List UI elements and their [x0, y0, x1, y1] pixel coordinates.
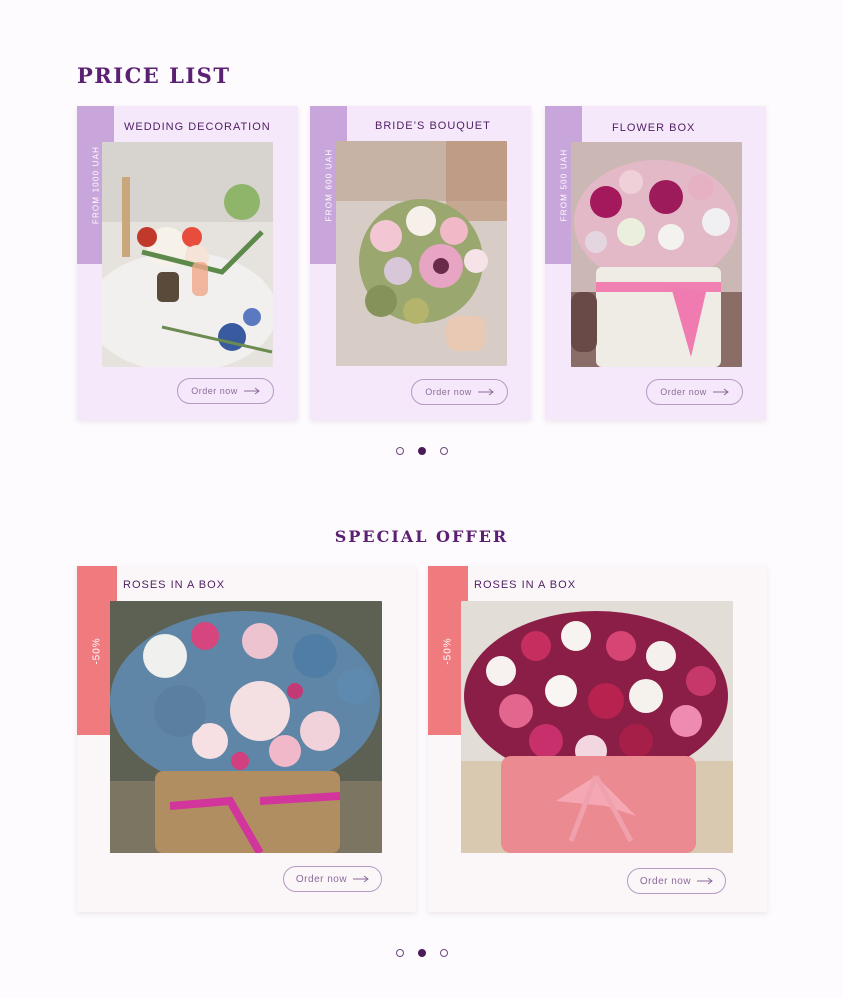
wedding-decoration-photo	[102, 142, 273, 367]
arrow-right-icon	[477, 388, 494, 396]
carousel-dot-active[interactable]	[417, 447, 426, 455]
card-title: ROSES IN A BOX	[474, 579, 577, 591]
order-now-label: Order now	[295, 873, 348, 885]
order-now-label: Order now	[660, 387, 707, 397]
carousel-dot[interactable]	[395, 447, 404, 455]
price-list-pagination	[0, 447, 843, 455]
carousel-dot[interactable]	[439, 949, 448, 957]
offer-card-roses-in-a-box: -50% ROSES IN A BOX Order now	[428, 566, 767, 912]
arrow-right-icon	[712, 388, 729, 396]
arrow-right-icon	[697, 877, 713, 885]
card-title: WEDDING DECORATION	[124, 121, 271, 133]
brides-bouquet-photo	[336, 141, 507, 366]
arrow-right-icon	[243, 387, 260, 395]
order-now-button[interactable]: Order now	[627, 868, 726, 894]
price-card-flower-box: FROM 500 UAH FLOWER BOX Order now	[545, 106, 766, 420]
order-now-button[interactable]: Order now	[646, 379, 743, 405]
price-tag-label: FROM 600 UAH	[324, 148, 333, 222]
roses-box-photo	[110, 601, 382, 853]
order-now-label: Order now	[425, 387, 472, 397]
arrow-right-icon	[353, 875, 369, 883]
card-title: FLOWER BOX	[612, 122, 696, 134]
order-now-button[interactable]: Order now	[177, 378, 274, 404]
discount-label: -50%	[442, 636, 454, 665]
order-now-button[interactable]: Order now	[283, 866, 382, 892]
offer-card-roses-in-a-box: -50% ROSES IN A BOX Order now	[77, 566, 416, 912]
price-card-brides-bouquet: FROM 600 UAH BRIDE’S BOUQUET Order now	[310, 106, 531, 420]
carousel-dot[interactable]	[439, 447, 448, 455]
order-now-button[interactable]: Order now	[411, 379, 508, 405]
price-tag-label: FROM 1000 UAH	[91, 145, 100, 225]
card-title: BRIDE’S BOUQUET	[375, 120, 491, 132]
discount-label: -50%	[91, 636, 103, 665]
price-tag-label: FROM 500 UAH	[559, 148, 568, 222]
carousel-dot[interactable]	[395, 949, 404, 957]
roses-box-photo	[461, 601, 733, 853]
special-offer-title: SPECIAL OFFER	[334, 527, 509, 546]
order-now-label: Order now	[639, 875, 692, 887]
flower-box-photo	[571, 142, 742, 367]
price-list-title: PRICE LIST	[77, 63, 231, 88]
special-offer-pagination	[0, 949, 843, 957]
order-now-label: Order now	[191, 386, 238, 396]
carousel-dot-active[interactable]	[417, 949, 426, 957]
card-title: ROSES IN A BOX	[123, 579, 226, 591]
price-card-wedding-decoration: FROM 1000 UAH WEDDING DECORATION Order n…	[77, 106, 298, 420]
